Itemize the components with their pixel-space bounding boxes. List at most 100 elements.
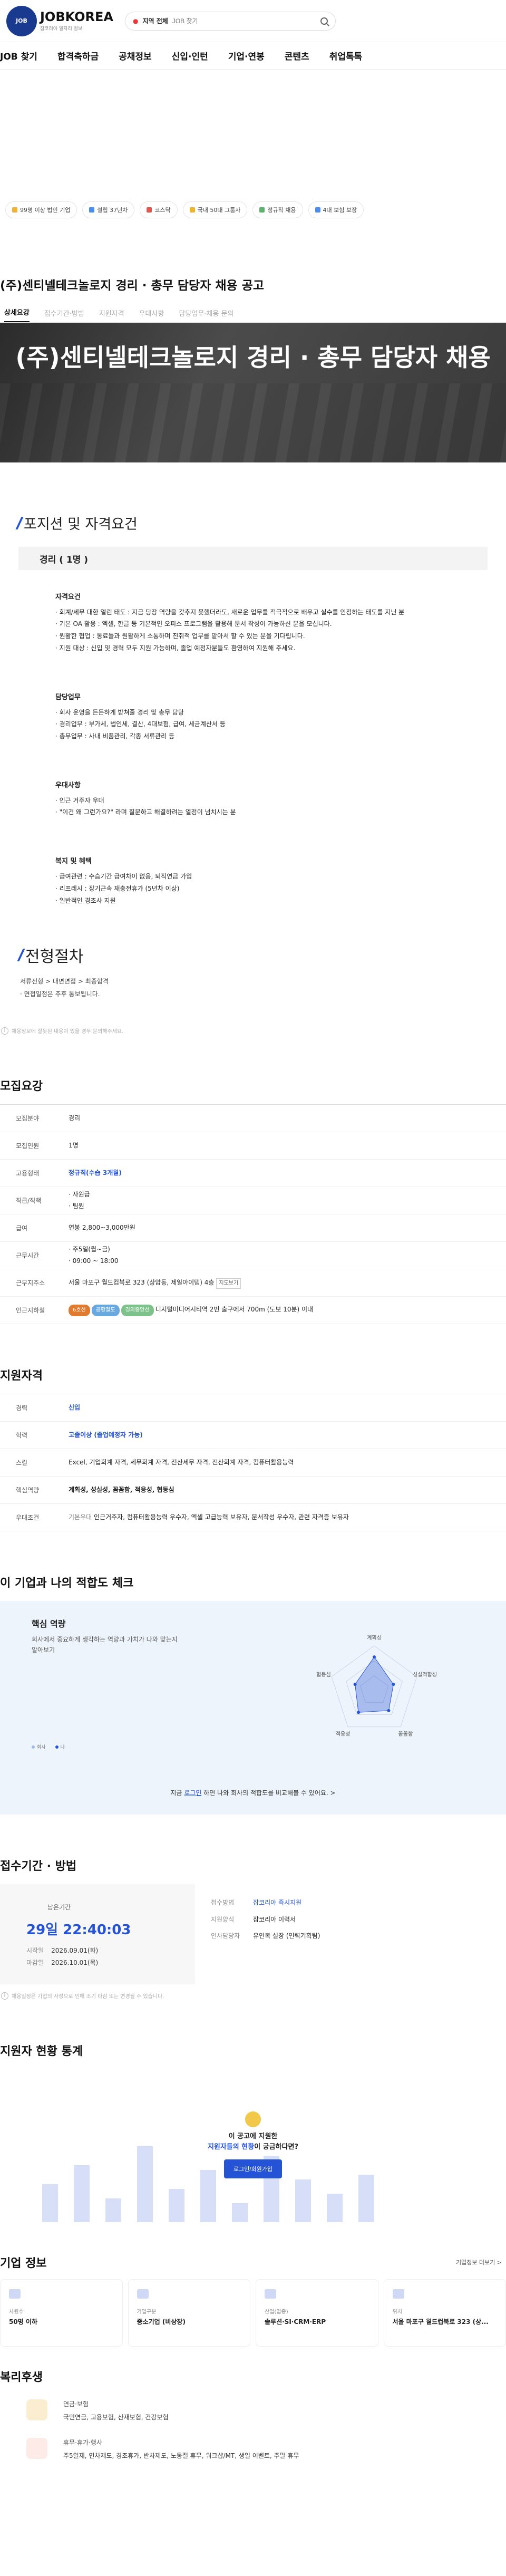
position-section: 포지션 및 자격요건 경리 ( 1명 ) 자격요건 · 회계/세무 대한 열린 태… (0, 462, 506, 906)
benefit-text: 휴무·휴가·행사주5일제, 연차제도, 경조휴가, 반차제도, 노동절 휴무, … (63, 2438, 299, 2461)
card-icon (392, 2289, 404, 2299)
apply-row: 지원양식 잡코리아 이력서 (211, 1912, 506, 1928)
block-item: · 회사 운영을 든든하게 받쳐줄 경리 및 총무 담당 (55, 708, 184, 716)
company-head: 기업 정보 기업정보 더보기 > (0, 2254, 506, 2271)
stats-heading: 지원자 현황 통계 (0, 2045, 83, 2059)
value-text: 인근거주자, 컴퓨터활용능력 우수자, 엑셀 고급능력 보유자, 문서작성 우수… (94, 1513, 349, 1521)
search-icon[interactable] (320, 17, 328, 25)
fit-left: 핵심 역량 회사에서 중요하게 생각하는 역량과 가치가 나와 맞는지 알아보기 (32, 1617, 184, 1799)
legend-label: 나 (60, 1745, 65, 1751)
section-heading: 포지션 및 자격요건 (15, 513, 488, 533)
company-card: 사원수 50명 이하 (0, 2279, 123, 2347)
tab-contact[interactable]: 담당업무·채용 문의 (179, 308, 233, 322)
block-item: · 경리업무 : 부가세, 법인세, 결산, 4대보험, 급여, 세금계산서 등 (55, 720, 226, 728)
dates: 시작일 2026.09.01(화) 마감일 2026.10.01(목) (26, 1945, 195, 1969)
company-tag: 설립 37년차 (82, 201, 135, 218)
row-value: 1명 (69, 1140, 506, 1152)
process-section: 전형절차 서류전형 > 대면면접 > 최종합격 · 면접일정은 추후 통보됩니다. (0, 943, 506, 1000)
map-button[interactable]: 지도보기 (216, 1278, 241, 1289)
nav-job-search[interactable]: JOB 찾기 (0, 49, 37, 62)
tab-detail[interactable]: 상세요강 (4, 307, 30, 322)
nav-company[interactable]: 기업·연봉 (228, 49, 265, 62)
card-icon (9, 2289, 21, 2299)
nav-hire-bonus[interactable]: 합격축하금 (57, 49, 99, 62)
table-row: 핵심역량 계획성, 성실성, 꼼꼼함, 적응성, 협동심 (0, 1477, 506, 1504)
tab-period[interactable]: 접수기간·방법 (44, 308, 84, 322)
qualification-table: 경력 신입 학력 고졸이상 (졸업예정자 가능) 스킬 Excel, 기업회계 자격, 세… (0, 1394, 506, 1532)
detail-tabs: 상세요강 접수기간·방법 지원자격 우대사항 담당업무·채용 문의 (0, 304, 506, 323)
row-key: 근무지주소 (16, 1279, 45, 1287)
nav-public-recruit[interactable]: 공채정보 (119, 49, 152, 62)
end-label: 마감일 (26, 1959, 44, 1967)
benefit-desc: 주5일제, 연차제도, 경조휴가, 반차제도, 노동절 휴무, 워크샵/MT, … (63, 2452, 299, 2459)
table-row: 우대조건 기본우대 인근거주자, 컴퓨터활용능력 우수자, 엑셀 고급능력 보유자… (0, 1504, 506, 1532)
login-link[interactable]: 로그인 (184, 1789, 201, 1797)
radar-point (353, 1683, 357, 1686)
recruit-section: 모집요강 모집분야 경리 모집인원 1명 고용형태 정규직(수습 3개월) 직급/직책 · 사… (0, 1077, 506, 1325)
period-heading: 접수기간 · 방법 (0, 1860, 77, 1874)
search-bar[interactable]: ● 지역 전체 (125, 11, 336, 31)
overlay-highlight: 지원자들의 현황 (207, 2143, 255, 2151)
block-item: · 총무업무 : 사내 비품관리, 각종 서류관리 등 (55, 732, 175, 740)
nav-talk[interactable]: 취업톡톡 (329, 49, 363, 62)
block-title: 담당업무 (55, 693, 81, 701)
row-value: Excel, 기업회계 자격, 세무회계 자격, 전산세무 자격, 전산회계 자… (69, 1457, 506, 1469)
tab-preference[interactable]: 우대사항 (139, 308, 164, 322)
logo-subtitle: 잡코리아 일자리 정보 (40, 26, 83, 32)
block-item: · 일반적인 경조사 지원 (55, 896, 116, 904)
main-nav: JOB 찾기 합격축하금 공채정보 신입·인턴 기업·연봉 콘텐츠 취업톡톡 (0, 42, 506, 70)
requirement-block: 자격요건 · 회계/세무 대한 열린 태도 : 지금 당장 역량을 갖추지 못했더… (55, 591, 488, 654)
apply-value: 잡코리아 이력서 (253, 1915, 296, 1923)
logo-text: JOBKOREA (40, 9, 113, 24)
login-button[interactable]: 로그인/회원가입 (224, 2159, 282, 2179)
company-card: 위치 서울 마포구 월드컵북로 323 (상... (383, 2279, 506, 2347)
radar-point (392, 1683, 395, 1686)
company-tags: 99명 이상 법인 기업 설립 37년차 코스닥 국내 50대 그룹사 정규직 … (0, 70, 506, 218)
legend-dot (55, 1745, 59, 1749)
end-date: 2026.10.01(목) (51, 1959, 99, 1967)
row-value: 신입 (69, 1402, 506, 1414)
benefit-section: 복리후생 연금·보험 국민연금, 고용보험, 산재보험, 건강보험 휴무·휴가·행사… (0, 2368, 506, 2461)
location-select[interactable]: 지역 전체 (142, 16, 168, 25)
cta-text: 지금 (170, 1789, 184, 1797)
overlay-text: 이 공고에 지원한 지원자들의 현황이 궁금하다면? (0, 2131, 506, 2152)
tab-qualification[interactable]: 지원자격 (99, 308, 124, 322)
nav-intern[interactable]: 신입·인턴 (172, 49, 208, 62)
legend-dot (32, 1745, 35, 1749)
stat-bar (327, 2194, 343, 2223)
benefit-title: 휴무·휴가·행사 (63, 2438, 102, 2446)
logo[interactable]: JOB JOBKOREA 잡코리아 일자리 정보 (6, 5, 113, 36)
block-title: 우대사항 (55, 781, 81, 789)
location-pin-icon: ● (133, 17, 139, 25)
company-more-link[interactable]: 기업정보 더보기 > (456, 2258, 506, 2266)
row-value: 고졸이상 (졸업예정자 가능) (69, 1430, 506, 1441)
tag-label: 국내 50대 그룹사 (197, 207, 241, 214)
row-value: 서울 마포구 월드컵북로 323 (상암동, 제일아이템) 4층 지도보기 (69, 1277, 506, 1289)
table-row: 근무지주소 서울 마포구 월드컵북로 323 (상암동, 제일아이템) 4층 지도보… (0, 1269, 506, 1297)
overlay-line: 이 공고에 지원한 (228, 2133, 278, 2141)
slash-icon (17, 949, 25, 962)
process-line: · 면접일정은 추후 통보됩니다. (20, 990, 100, 998)
row-value: 경리 (69, 1113, 506, 1124)
row-value: 연봉 2,800~3,000만원 (69, 1222, 506, 1234)
top-header: JOB JOBKOREA 잡코리아 일자리 정보 ● 지역 전체 (0, 0, 506, 42)
fit-box: 핵심 역량 회사에서 중요하게 생각하는 역량과 가치가 나와 맞는지 알아보기… (0, 1601, 506, 1815)
nav-contents[interactable]: 콘텐츠 (285, 49, 309, 62)
card-label: 산업(업종) (265, 2309, 288, 2315)
block-item: · 회계/세무 대한 열린 태도 : 지금 당장 역량을 갖추지 못했더라도, … (55, 608, 405, 616)
table-row: 모집분야 경리 (0, 1105, 506, 1133)
row-value: 6호선 공항철도 경의중앙선 디지털미디어시티역 2번 출구에서 700m (도보 1… (69, 1304, 506, 1317)
subway-line-tag: 공항철도 (91, 1305, 120, 1317)
stats-box: 이 공고에 지원한 지원자들의 현황이 궁금하다면? 로그인/회원가입 (0, 2080, 506, 2233)
stat-bar (232, 2203, 248, 2223)
value-text: 연봉 2,800~3,000만원 (69, 1224, 135, 1232)
search-input[interactable] (172, 17, 316, 25)
company-tag: 코스닥 (140, 201, 178, 218)
qualification-section: 지원자격 경력 신입 학력 고졸이상 (졸업예정자 가능) 스킬 Excel, 기업회계 … (0, 1366, 506, 1532)
notice: i 채용일정은 기업의 사정으로 인해 조기 마감 또는 변경될 수 있습니다. (1, 1992, 506, 2000)
lock-icon (245, 2111, 261, 2128)
row-key: 모집분야 (16, 1115, 40, 1123)
block-item: · "이건 왜 그런가요?" 라며 질문하고 해결하려는 열정이 넘치시는 분 (55, 808, 236, 816)
company-section: 기업 정보 기업정보 더보기 > 사원수 50명 이하 기업구분 중소기업 (비상장)… (0, 2254, 506, 2347)
apply-method-link[interactable]: 잡코리아 즉시지원 (253, 1899, 301, 1906)
